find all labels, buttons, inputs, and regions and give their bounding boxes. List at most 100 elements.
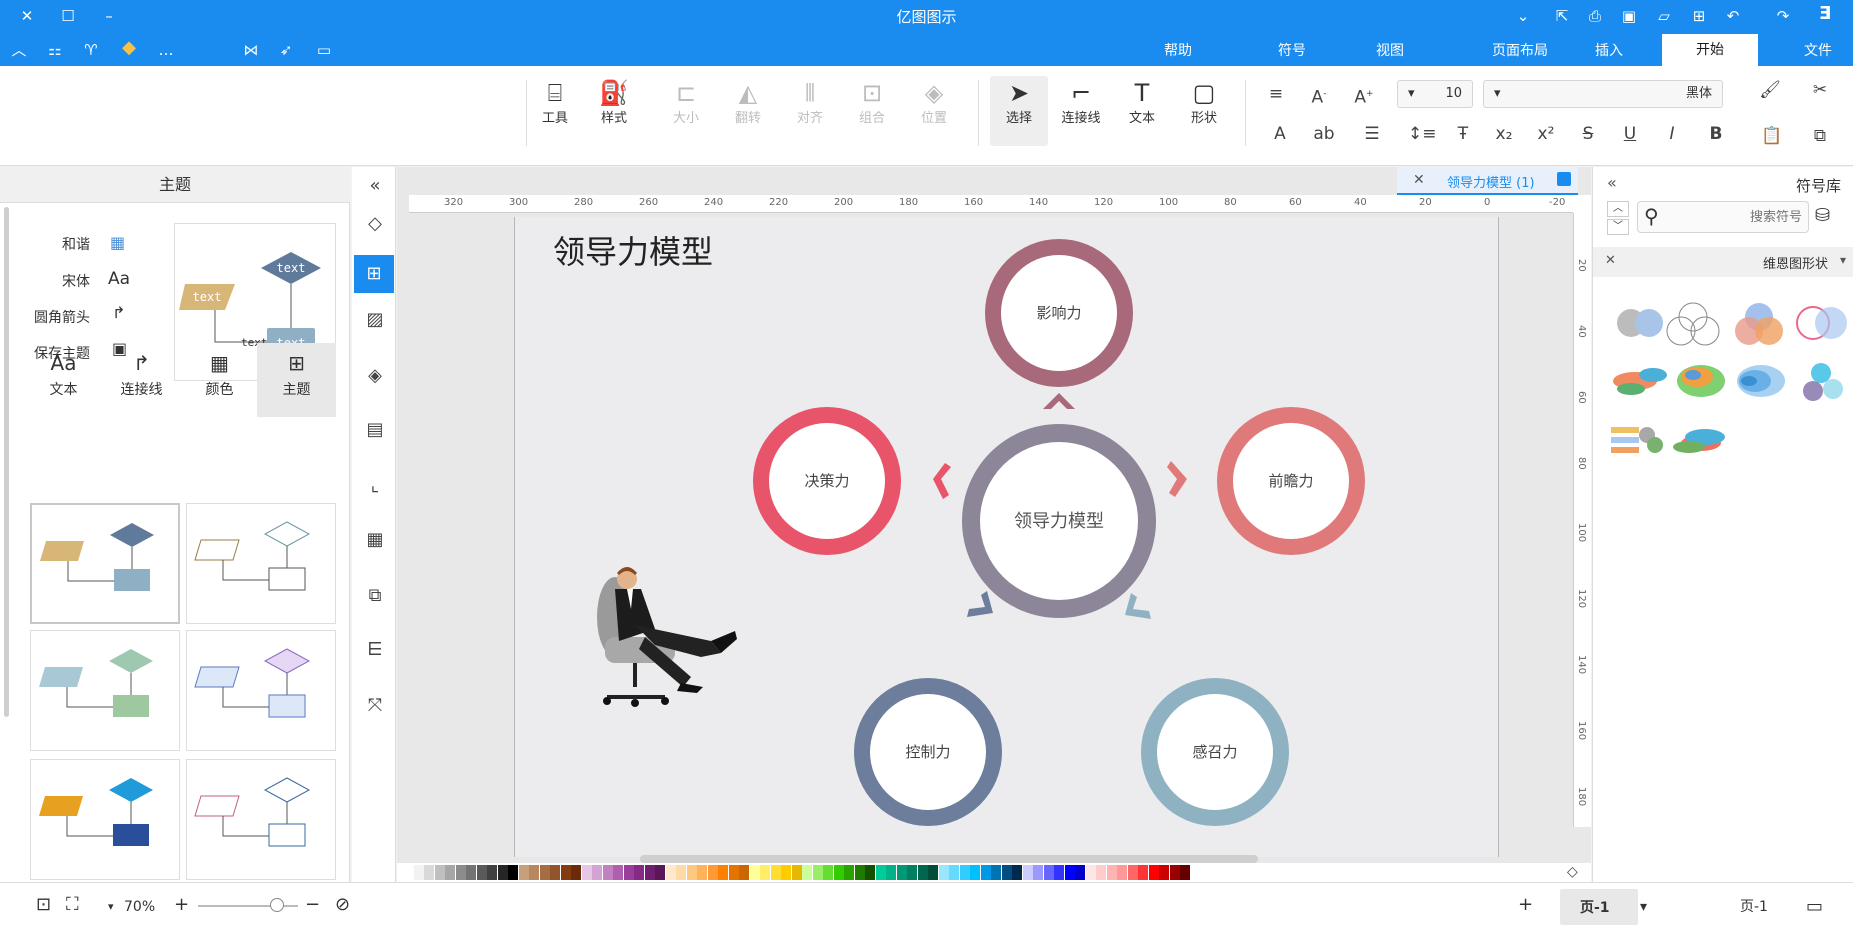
venn-shape[interactable]	[1613, 368, 1667, 395]
shrink-font-icon[interactable]: A-	[1307, 82, 1331, 110]
color-swatch[interactable]	[1117, 865, 1127, 880]
fit-window-icon[interactable]: ⊡	[36, 895, 51, 915]
venn-shape[interactable]	[1617, 309, 1663, 337]
node-control[interactable]: 控制力	[854, 678, 1002, 826]
theme-card[interactable]	[30, 503, 180, 624]
color-swatch[interactable]	[959, 865, 970, 880]
color-swatch[interactable]	[1033, 865, 1043, 880]
superscript-icon[interactable]: x²	[1534, 122, 1558, 146]
color-swatch[interactable]	[1169, 865, 1180, 880]
venn-shape[interactable]	[1796, 306, 1847, 340]
grow-font-icon[interactable]: A+	[1352, 82, 1376, 110]
paste-icon[interactable]: 📋	[1760, 124, 1784, 148]
color-swatch[interactable]	[676, 865, 686, 880]
color-swatch[interactable]	[1127, 865, 1138, 880]
chart-icon[interactable]: ⌞	[360, 471, 390, 501]
print-icon[interactable]: ⎙	[1584, 6, 1606, 26]
fit-page-icon[interactable]: ⊘	[335, 895, 350, 915]
drawing-page[interactable]: 领导力模型 领导力模型 影响力 前瞻力 感召力 控制力 决策力	[514, 217, 1499, 857]
zoom-out-icon[interactable]: −	[305, 895, 320, 915]
font-color-icon[interactable]: A	[1268, 122, 1292, 146]
color-swatch[interactable]	[1075, 865, 1085, 880]
color-swatch[interactable]	[949, 865, 959, 880]
scroll-up-button[interactable]: ︿	[1607, 201, 1629, 217]
color-swatch[interactable]	[886, 865, 896, 880]
more-icon[interactable]: …	[155, 40, 177, 60]
node-charisma[interactable]: 感召力	[1141, 678, 1289, 826]
color-swatch[interactable]	[865, 865, 875, 880]
line-spacing-icon[interactable]: ↕≡	[1408, 122, 1437, 146]
zoom-in-icon[interactable]: +	[174, 895, 189, 915]
color-swatch[interactable]	[644, 865, 655, 880]
venn-shape[interactable]	[1666, 302, 1720, 346]
chevron-down-icon[interactable]: ▾	[108, 897, 114, 917]
color-swatch[interactable]	[1064, 865, 1075, 880]
tab-text[interactable]: Aa 文本	[24, 343, 103, 417]
color-swatch[interactable]	[812, 865, 823, 880]
redo-icon[interactable]: ↷	[1772, 6, 1794, 26]
copy-icon[interactable]: ⧉	[1808, 124, 1832, 148]
color-swatch[interactable]	[802, 865, 812, 880]
color-swatch[interactable]	[508, 865, 518, 880]
page-icon[interactable]: ▤	[360, 415, 390, 445]
tab-help[interactable]: 帮助	[1152, 36, 1204, 66]
size-button[interactable]: ⊏ 大小	[660, 76, 712, 146]
theme-card[interactable]	[186, 630, 336, 751]
style-button[interactable]: ⛽ 样式	[588, 76, 640, 146]
color-swatch[interactable]	[455, 865, 466, 880]
color-swatch[interactable]	[434, 865, 445, 880]
color-swatch[interactable]	[655, 865, 665, 880]
color-swatch[interactable]	[686, 865, 697, 880]
theme-card[interactable]	[186, 759, 336, 880]
group-button[interactable]: ⊡ 组合	[846, 76, 898, 146]
connector-style-label[interactable]: 圆角箭头	[34, 307, 90, 327]
color-swatch[interactable]	[487, 865, 497, 880]
zoom-level[interactable]: 70%	[124, 897, 155, 917]
color-swatch[interactable]	[539, 865, 550, 880]
symbol-search-field[interactable]: ⚲	[1637, 201, 1809, 233]
export-icon[interactable]: ⇱	[1551, 6, 1573, 26]
fit-icon[interactable]: ⤧	[360, 691, 390, 721]
shirt-icon[interactable]: ♈	[80, 40, 102, 60]
color-swatch[interactable]	[854, 865, 865, 880]
color-swatch[interactable]	[1054, 865, 1064, 880]
color-swatch[interactable]	[896, 865, 907, 880]
theme-card[interactable]	[30, 630, 180, 751]
venn-shape[interactable]	[1673, 429, 1725, 453]
publish-icon[interactable]: ➶	[275, 40, 297, 60]
color-swatch[interactable]	[1148, 865, 1159, 880]
color-swatch[interactable]	[560, 865, 571, 880]
color-swatch[interactable]	[445, 865, 455, 880]
tab-home[interactable]: 开始	[1662, 34, 1758, 66]
add-page-icon[interactable]: +	[1518, 895, 1533, 915]
strikethrough-icon[interactable]: S	[1576, 122, 1600, 146]
color-swatch[interactable]	[602, 865, 613, 880]
tab-symbol[interactable]: 符号	[1266, 36, 1318, 66]
color-swatch[interactable]	[466, 865, 476, 880]
color-swatch[interactable]	[1106, 865, 1117, 880]
tab-connector[interactable]: ↱ 连接线	[102, 343, 181, 417]
subscript-icon[interactable]: x₂	[1492, 122, 1516, 146]
text-format-icon[interactable]: Ŧ	[1451, 122, 1475, 146]
color-swatch[interactable]	[875, 865, 886, 880]
tab-color[interactable]: ▦ 颜色	[180, 343, 259, 417]
color-swatch[interactable]	[424, 865, 434, 880]
more-icon[interactable]: ⌄	[1512, 6, 1534, 26]
collapse-icon[interactable]: «	[1607, 173, 1617, 192]
color-swatch[interactable]	[1085, 865, 1096, 880]
tab-theme[interactable]: ⊞ 主题	[257, 343, 336, 417]
format-painter-icon[interactable]: 🖌	[1758, 78, 1782, 102]
comment-icon[interactable]: ▭	[313, 40, 335, 60]
theme-card[interactable]	[186, 503, 336, 624]
venn-shape[interactable]	[1735, 303, 1783, 345]
color-swatch[interactable]	[928, 865, 938, 880]
color-swatch[interactable]	[518, 865, 529, 880]
color-swatch[interactable]	[1180, 865, 1190, 880]
position-button[interactable]: ◈ 位置	[908, 76, 960, 146]
tab-insert[interactable]: 插入	[1583, 36, 1635, 66]
color-swatch[interactable]	[623, 865, 634, 880]
color-swatch[interactable]	[749, 865, 760, 880]
page-tab-label[interactable]: 页-1	[1740, 897, 1768, 917]
search-icon[interactable]: ⚲	[1644, 204, 1659, 228]
maximize-icon[interactable]: ☐	[57, 6, 79, 26]
